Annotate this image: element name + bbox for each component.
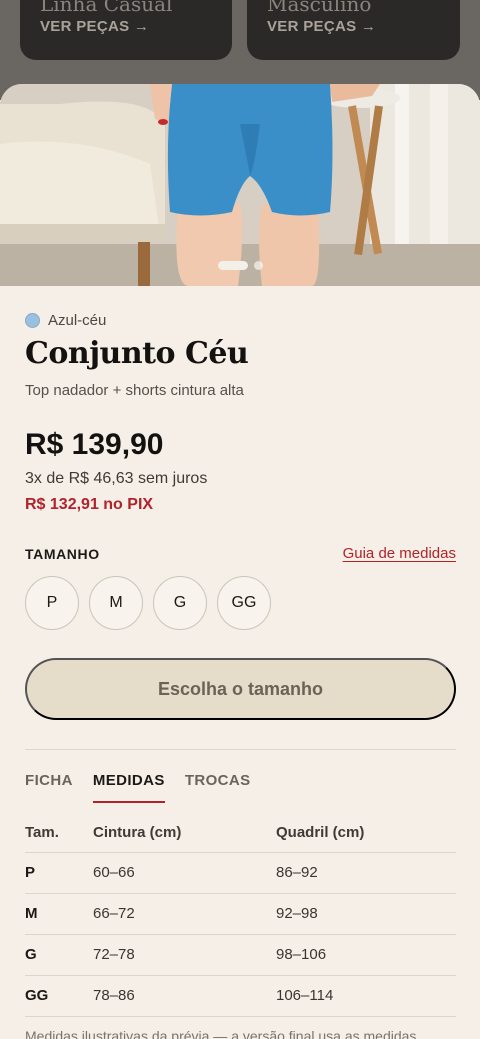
size-option-g[interactable]: G [153, 576, 207, 630]
tab-trocas[interactable]: TROCAS [185, 772, 251, 803]
measurements-footnote: Medidas ilustrativas da prévia — a versã… [25, 1028, 417, 1039]
tab-medidas[interactable]: MEDIDAS [92, 772, 165, 803]
size-cell: G [25, 934, 93, 976]
table-row: GG 78–86 106–114 [25, 975, 456, 1017]
pix-price: R$ 132,91 no PIX [25, 496, 154, 513]
size-cell: P [25, 852, 93, 894]
product-subtitle: Top nadador + shorts cintura alta [25, 382, 244, 399]
info-tabs: FICHA MEDIDAS TROCAS [25, 772, 251, 803]
installments-text: 3x de R$ 46,63 sem juros [25, 470, 208, 487]
waist-cell: 66–72 [93, 893, 276, 935]
size-option-m[interactable]: M [89, 576, 143, 630]
product-image-gallery[interactable] [0, 84, 480, 286]
gallery-dot-active[interactable] [217, 261, 248, 270]
size-selector: P M G GG [25, 576, 271, 630]
gallery-dot[interactable] [253, 261, 263, 270]
waist-cell: 78–86 [93, 975, 276, 1017]
table-header-row: Tam. Cintura (cm) Quadril (cm) [25, 820, 456, 853]
size-header: TAMANHO Guia de medidas [25, 545, 456, 562]
category-card-male[interactable]: Masculino VER PEÇAS → [247, 0, 460, 60]
waist-cell: 72–78 [93, 934, 276, 976]
hip-cell: 92–98 [276, 893, 456, 935]
color-swatch [25, 313, 40, 328]
see-items-link[interactable]: VER PEÇAS → [40, 18, 149, 35]
category-title: Linha Casual [40, 0, 173, 16]
size-guide-link[interactable]: Guia de medidas [343, 545, 456, 562]
gallery-pagination [0, 261, 480, 270]
waist-cell: 60–66 [93, 852, 276, 894]
size-cell: GG [25, 975, 93, 1017]
color-indicator: Azul-céu [25, 312, 106, 329]
see-items-link[interactable]: VER PEÇAS → [267, 18, 376, 35]
size-label: TAMANHO [25, 545, 100, 562]
measurements-table: Tam. Cintura (cm) Quadril (cm) P 60–66 8… [25, 820, 456, 1017]
hip-cell: 86–92 [276, 852, 456, 894]
product-title: Conjunto Céu [25, 336, 249, 371]
choose-size-button[interactable]: Escolha o tamanho [25, 658, 456, 720]
hip-cell: 106–114 [276, 975, 456, 1017]
color-name: Azul-céu [48, 312, 107, 329]
table-row: P 60–66 86–92 [25, 852, 456, 894]
product-photo [0, 84, 480, 286]
tab-ficha[interactable]: FICHA [25, 772, 73, 803]
table-row: G 72–78 98–106 [25, 934, 456, 976]
hip-cell: 98–106 [276, 934, 456, 976]
size-cell: M [25, 893, 93, 935]
category-card-casual[interactable]: Linha Casual VER PEÇAS → [20, 0, 232, 60]
table-row: M 66–72 92–98 [25, 893, 456, 935]
divider [25, 749, 456, 750]
product-price: R$ 139,90 [25, 428, 164, 461]
category-title: Masculino [267, 0, 372, 16]
column-header: Cintura (cm) [93, 820, 276, 853]
size-option-p[interactable]: P [25, 576, 79, 630]
column-header: Tam. [25, 820, 93, 853]
size-option-gg[interactable]: GG [217, 576, 271, 630]
column-header: Quadril (cm) [276, 820, 456, 853]
